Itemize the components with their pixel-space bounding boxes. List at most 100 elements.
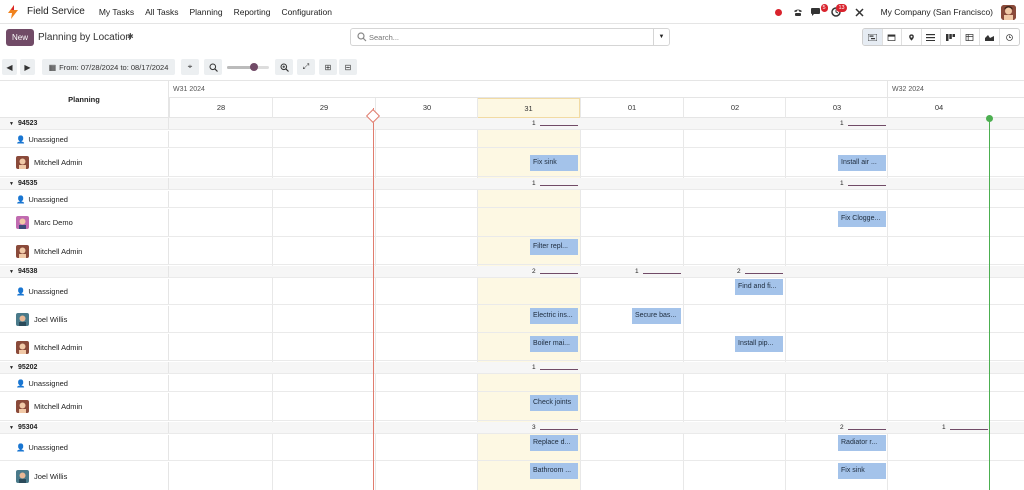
task-bar[interactable]: Replace d... [530,435,578,451]
collapse-rows-button[interactable]: ⊟ [339,59,357,75]
task-count-pill[interactable]: 1 [840,180,887,188]
graph-view-button[interactable] [980,29,1000,45]
search-input[interactable] [369,31,649,43]
day-header: 03 [785,98,888,118]
zoom-out-button[interactable] [204,59,222,75]
tools-icon[interactable] [851,3,869,21]
menu-all-tasks[interactable]: All Tasks [145,7,178,17]
group-label[interactable]: ▼ 94523 [0,118,169,129]
recording-indicator-icon[interactable] [770,3,788,21]
zoom-slider[interactable] [227,63,269,71]
task-bar[interactable]: Bathroom ... [530,463,578,479]
new-button[interactable]: New [6,29,34,46]
zoom-in-button[interactable] [275,59,293,75]
resource-row: 👤 Unassigned Replace d... Radiator r... [0,435,1024,461]
search-dropdown-toggle[interactable]: ▼ [653,29,669,45]
zoom-slider-handle[interactable] [250,63,258,71]
task-count-pill[interactable]: 1 [840,120,887,128]
company-switcher[interactable]: My Company (San Francisco) [881,7,993,17]
resource-row: Joel Willis Electric ins... Secure bas..… [0,306,1024,333]
menu-planning[interactable]: Planning [189,7,222,17]
group-row[interactable]: ▼ 94538 2 1 2 [0,266,1024,278]
task-count-pill[interactable]: 2 [840,424,887,432]
menu-configuration[interactable]: Configuration [281,7,332,17]
activity-view-button[interactable] [1000,29,1020,45]
resource-label: Mitchell Admin [0,393,169,420]
task-count-pill[interactable]: 1 [532,120,579,128]
task-count: 1 [532,120,536,127]
task-count-pill[interactable]: 3 [532,424,579,432]
day-header: 30 [375,98,478,118]
availability-bar [144,462,168,490]
resource-name: Unassigned [28,287,68,296]
list-view-button[interactable] [922,29,941,45]
user-icon: 👤 [16,287,26,296]
group-label[interactable]: ▼ 94535 [0,178,169,189]
caret-down-icon: ▼ [9,180,14,187]
phone-icon[interactable] [789,3,807,21]
app-name[interactable]: Field Service [27,6,85,17]
group-label[interactable]: ▼ 95304 [0,422,169,433]
group-label[interactable]: ▼ 94538 [0,266,169,277]
expand-button[interactable]: ⤢ [297,59,315,75]
task-bar[interactable]: Radiator r... [838,435,886,451]
task-bar[interactable]: Secure bas... [632,308,681,324]
resource-label: Joel Willis [0,462,169,490]
menu-reporting[interactable]: Reporting [234,7,271,17]
kanban-view-button[interactable] [941,29,961,45]
focus-today-button[interactable]: ⌖ [181,59,199,75]
pivot-view-button[interactable] [961,29,980,45]
avatar [16,216,29,229]
task-bar[interactable]: Install pip... [735,336,783,352]
resource-label: Marc Demo [0,209,169,236]
clock-icon [1005,33,1013,41]
activity-badge: 13 [836,4,847,12]
task-bar[interactable]: Boiler mai... [530,336,578,352]
task-count-pill[interactable]: 2 [532,268,579,276]
day-header: 01 [580,98,683,118]
task-bar[interactable]: Filter repl... [530,239,578,255]
group-name: 94523 [17,120,38,127]
gantt-view-button[interactable] [863,29,883,45]
caret-down-icon: ▼ [9,120,14,127]
user-icon: 👤 [16,443,26,452]
group-row[interactable]: ▼ 95202 1 [0,362,1024,374]
task-count: 1 [942,424,946,431]
task-count-pill[interactable]: 1 [532,364,579,372]
resource-name: Unassigned [28,134,68,144]
end-marker-icon[interactable] [986,115,993,122]
gantt-header: Planning W31 2024 W32 2024 28 29 30 31 0… [0,81,1024,118]
task-count-pill[interactable]: 1 [532,180,579,188]
group-label[interactable]: ▼ 95202 [0,362,169,373]
task-count-pill[interactable]: 1 [635,268,682,276]
task-bar[interactable]: Fix sink [838,463,886,479]
task-count-pill[interactable]: 1 [942,424,989,432]
group-row[interactable]: ▼ 94523 1 1 [0,118,1024,130]
expand-rows-button[interactable]: ⊞ [319,59,337,75]
task-bar[interactable]: Find and fi... [735,279,783,295]
task-count: 1 [532,180,536,187]
calendar-view-button[interactable] [883,29,902,45]
task-bar[interactable]: Install air ... [838,155,886,171]
messages-icon[interactable]: 5 [808,3,828,21]
menu-my-tasks[interactable]: My Tasks [99,7,134,17]
task-bar[interactable]: Fix sink [530,155,578,171]
user-avatar[interactable] [1001,4,1016,20]
activity-clock-icon[interactable]: 13 [827,3,847,21]
gear-icon[interactable]: ✱ [127,32,134,41]
task-bar[interactable]: Check joints [530,395,578,411]
resource-name: Unassigned [28,194,68,204]
previous-period-button[interactable]: ◀ [2,59,17,75]
resource-name: Joel Willis [34,471,68,481]
task-bar[interactable]: Electric ins... [530,308,578,324]
caret-down-icon: ▼ [9,268,14,275]
task-count: 1 [840,180,844,187]
field-service-logo-icon[interactable] [7,4,19,19]
task-bar[interactable]: Fix Clogge... [838,211,886,227]
map-view-button[interactable] [902,29,922,45]
next-period-button[interactable]: ▶ [20,59,35,75]
task-count-pill[interactable]: 2 [737,268,784,276]
group-row[interactable]: ▼ 94535 1 1 [0,178,1024,190]
date-range-button[interactable]: ▦ From: 07/28/2024 to: 08/17/2024 [42,59,175,75]
group-row[interactable]: ▼ 95304 3 2 1 [0,422,1024,434]
